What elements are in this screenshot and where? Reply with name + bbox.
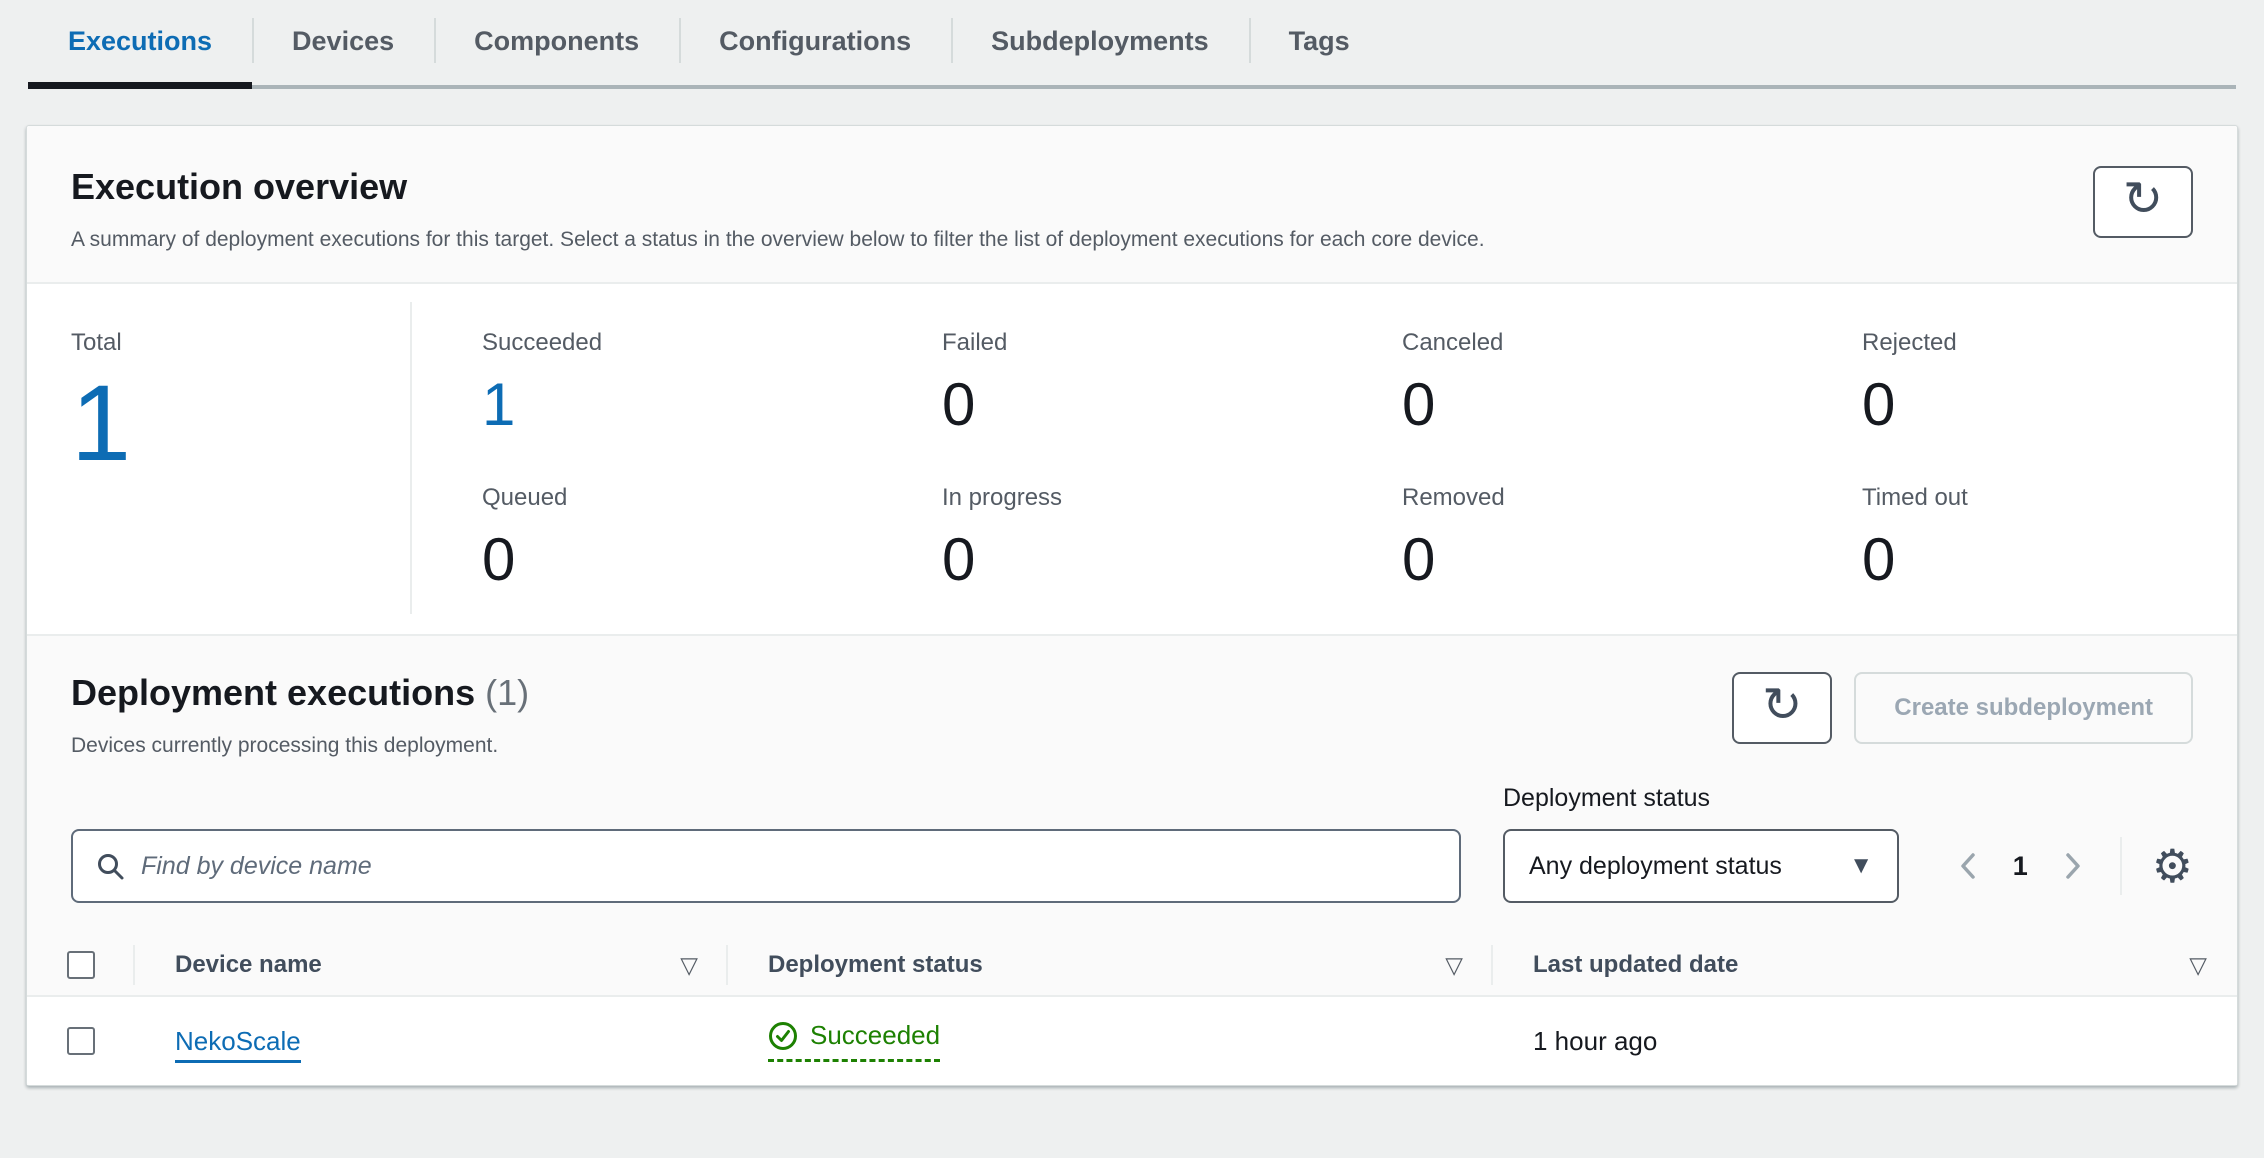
deployment-status-select-value: Any deployment status — [1529, 852, 1782, 881]
current-page-number[interactable]: 1 — [1995, 851, 2046, 882]
create-subdeployment-button[interactable]: Create subdeployment — [1854, 672, 2193, 744]
stat-in-progress: In progress 0 — [942, 484, 1402, 591]
column-header-device-name[interactable]: Device name ▽ — [135, 935, 728, 995]
execution-overview-title: Execution overview — [71, 166, 1485, 208]
deployment-target-card: Execution overview A summary of deployme… — [26, 125, 2238, 1086]
execution-overview-description: A summary of deployment executions for t… — [71, 228, 1485, 252]
stat-label: Total — [71, 329, 435, 357]
column-label: Device name — [175, 951, 322, 979]
stat-timed-out: Timed out 0 — [1862, 484, 2264, 591]
tab-configurations[interactable]: Configurations — [679, 0, 951, 85]
previous-page-button[interactable] — [1941, 849, 1995, 883]
pagination: 1 ⚙ — [1941, 829, 2193, 903]
stat-label: In progress — [942, 484, 1402, 512]
stat-removed-value[interactable]: 0 — [1402, 528, 1862, 591]
stats-divider — [410, 302, 412, 614]
device-name-link[interactable]: NekoScale — [175, 1026, 301, 1063]
column-label: Deployment status — [768, 951, 983, 979]
stat-canceled-value[interactable]: 0 — [1402, 373, 1862, 436]
chevron-left-icon — [1957, 849, 1979, 883]
stat-rejected: Rejected 0 — [1862, 329, 2264, 436]
deployment-status-badge[interactable]: Succeeded — [768, 1020, 940, 1062]
stat-label: Rejected — [1862, 329, 2264, 357]
tab-devices[interactable]: Devices — [252, 0, 434, 85]
deployment-status-text: Succeeded — [810, 1020, 940, 1051]
deployment-executions-counter: (1) — [485, 672, 529, 713]
stat-succeeded-value[interactable]: 1 — [482, 373, 942, 436]
row-checkbox[interactable] — [67, 1027, 95, 1055]
stat-timed-out-value[interactable]: 0 — [1862, 528, 2264, 591]
deployment-executions-title: Deployment executions (1) — [71, 672, 529, 714]
execution-overview-header: Execution overview A summary of deployme… — [27, 126, 2237, 284]
stat-failed-value[interactable]: 0 — [942, 373, 1402, 436]
stat-canceled: Canceled 0 — [1402, 329, 1862, 436]
stat-rejected-value[interactable]: 0 — [1862, 373, 2264, 436]
next-page-button[interactable] — [2046, 849, 2100, 883]
stat-label: Canceled — [1402, 329, 1862, 357]
stat-label: Failed — [942, 329, 1402, 357]
tab-tags[interactable]: Tags — [1249, 0, 1390, 85]
filter-icon[interactable]: ▽ — [2189, 952, 2207, 979]
success-check-icon — [768, 1021, 798, 1051]
column-label: Last updated date — [1533, 951, 1738, 979]
tab-executions[interactable]: Executions — [28, 0, 252, 85]
tab-subdeployments[interactable]: Subdeployments — [951, 0, 1249, 85]
search-icon — [95, 851, 125, 881]
stat-label: Queued — [482, 484, 942, 512]
refresh-icon: ↻ — [2123, 176, 2163, 224]
column-header-last-updated-date[interactable]: Last updated date ▽ — [1493, 935, 2237, 995]
stat-total: Total 1 — [71, 329, 435, 591]
stat-label: Removed — [1402, 484, 1862, 512]
stat-queued: Queued 0 — [482, 484, 942, 591]
last-updated-cell: 1 hour ago — [1493, 1026, 2237, 1057]
stat-removed: Removed 0 — [1402, 484, 1862, 591]
stat-queued-value[interactable]: 0 — [482, 528, 942, 591]
stat-label: Timed out — [1862, 484, 2264, 512]
deployment-executions-description: Devices currently processing this deploy… — [71, 734, 529, 758]
stat-label: Succeeded — [482, 329, 942, 357]
device-search-box — [71, 829, 1461, 903]
gear-icon: ⚙ — [2152, 840, 2193, 892]
deployment-status-select[interactable]: Any deployment status ▼ — [1503, 829, 1899, 903]
overview-refresh-button[interactable]: ↻ — [2093, 166, 2193, 238]
executions-refresh-button[interactable]: ↻ — [1732, 672, 1832, 744]
deployment-executions-title-text: Deployment executions — [71, 672, 475, 713]
filter-icon[interactable]: ▽ — [1445, 952, 1463, 979]
deployment-status-filter-label: Deployment status — [1503, 784, 1899, 813]
tab-components[interactable]: Components — [434, 0, 679, 85]
deployment-executions-table: Device name ▽ Deployment status ▽ Last u… — [27, 935, 2237, 1085]
device-search-input[interactable] — [141, 852, 1437, 881]
table-preferences-button[interactable]: ⚙ — [2136, 843, 2193, 889]
deployment-executions-section: Deployment executions (1) Devices curren… — [27, 634, 2237, 1085]
stat-in-progress-value[interactable]: 0 — [942, 528, 1402, 591]
filter-icon[interactable]: ▽ — [680, 952, 698, 979]
stat-total-value[interactable]: 1 — [71, 369, 435, 477]
table-header-row: Device name ▽ Deployment status ▽ Last u… — [27, 935, 2237, 997]
execution-stats: Total 1 Succeeded 1 Failed 0 Canceled 0 … — [27, 284, 2237, 634]
stat-succeeded: Succeeded 1 — [482, 329, 942, 436]
column-header-deployment-status[interactable]: Deployment status ▽ — [728, 935, 1493, 995]
select-all-checkbox[interactable] — [67, 951, 95, 979]
chevron-right-icon — [2062, 849, 2084, 883]
tab-bar: Executions Devices Components Configurat… — [28, 0, 2236, 89]
stat-failed: Failed 0 — [942, 329, 1402, 436]
refresh-icon: ↻ — [1762, 682, 1802, 730]
chevron-down-icon: ▼ — [1849, 852, 1873, 880]
pager-divider — [2120, 837, 2122, 895]
table-row: NekoScale Succeeded 1 hour ago — [27, 997, 2237, 1085]
